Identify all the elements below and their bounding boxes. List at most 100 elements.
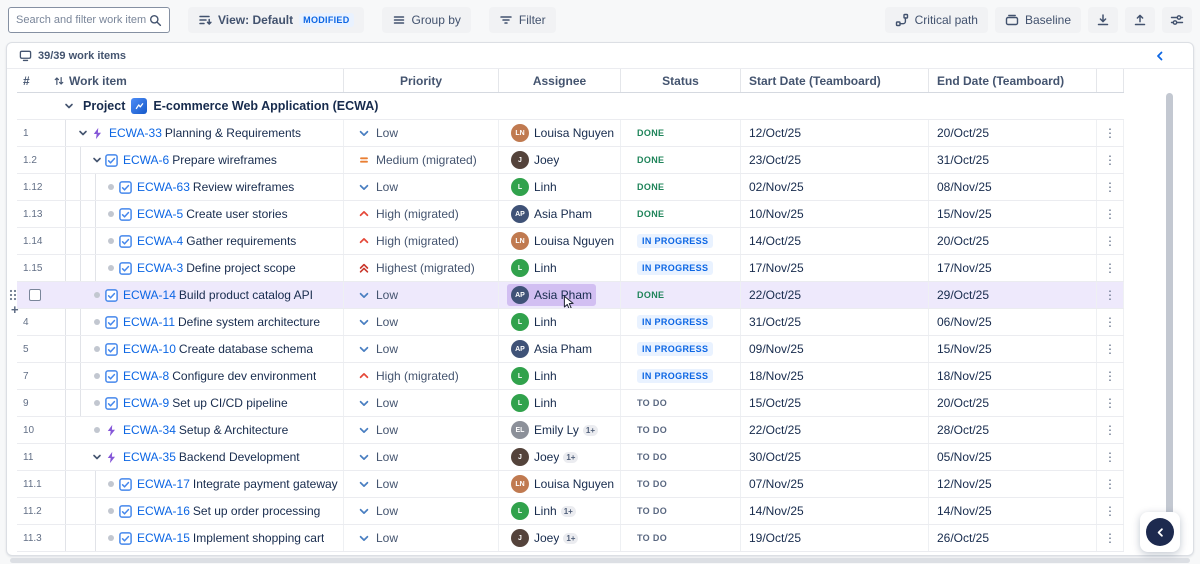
- export-button[interactable]: [1125, 7, 1155, 33]
- work-item-key[interactable]: ECWA-14: [123, 288, 176, 302]
- more-options-button[interactable]: ⋮: [1104, 181, 1116, 193]
- assignee-field[interactable]: AP Asia Pham: [507, 338, 596, 360]
- end-date: 15/Nov/25: [937, 207, 992, 221]
- work-item-key[interactable]: ECWA-5: [137, 207, 183, 221]
- more-options-button[interactable]: ⋮: [1104, 127, 1116, 139]
- assignee-field[interactable]: LN Louisa Nguyen: [507, 230, 618, 252]
- table-row[interactable]: 7 ECWA-8 Configure dev environment High …: [17, 363, 1124, 390]
- table-row[interactable]: 11.2 ECWA-16 Set up order processing Low…: [17, 498, 1124, 525]
- more-options-button[interactable]: ⋮: [1104, 208, 1116, 220]
- collapse-panel-button[interactable]: [1153, 49, 1167, 63]
- vertical-scrollbar[interactable]: [1166, 93, 1173, 545]
- more-options-button[interactable]: ⋮: [1104, 532, 1116, 544]
- assignee-field[interactable]: L Linh: [507, 392, 561, 414]
- more-options-button[interactable]: ⋮: [1104, 505, 1116, 517]
- more-options-button[interactable]: ⋮: [1104, 235, 1116, 247]
- assignee-field[interactable]: J Joey 1+: [507, 446, 582, 468]
- col-work-item[interactable]: Work item: [69, 74, 127, 88]
- assignee-field[interactable]: LN Louisa Nguyen: [507, 122, 618, 144]
- more-options-button[interactable]: ⋮: [1104, 424, 1116, 436]
- work-item-key[interactable]: ECWA-16: [137, 504, 190, 518]
- chevron-down-icon[interactable]: [89, 153, 105, 167]
- assignee-field[interactable]: L Linh: [507, 365, 561, 387]
- settings-button[interactable]: [1162, 7, 1192, 33]
- table-row[interactable]: 11 ECWA-35 Backend Development Low J Joe…: [17, 444, 1124, 471]
- filter-button[interactable]: Filter: [489, 7, 556, 33]
- table-row[interactable]: 9 ECWA-9 Set up CI/CD pipeline Low L Lin…: [17, 390, 1124, 417]
- sort-icon[interactable]: [53, 75, 65, 87]
- assignee-field[interactable]: L Linh: [507, 176, 561, 198]
- table-row[interactable]: 11.3 ECWA-15 Implement shopping cart Low…: [17, 525, 1124, 552]
- table-row[interactable]: 1.13 ECWA-5 Create user stories High (mi…: [17, 201, 1124, 228]
- work-item-key[interactable]: ECWA-10: [123, 342, 176, 356]
- more-options-button[interactable]: ⋮: [1104, 262, 1116, 274]
- table-row[interactable]: 1.12 ECWA-63 Review wireframes Low L Lin…: [17, 174, 1124, 201]
- chevron-down-icon[interactable]: [61, 99, 77, 113]
- more-options-button[interactable]: ⋮: [1104, 154, 1116, 166]
- view-button[interactable]: View: Default MODIFIED: [188, 7, 364, 33]
- assignee-field[interactable]: L Linh: [507, 311, 561, 333]
- work-item-key[interactable]: ECWA-4: [137, 234, 183, 248]
- baseline-button[interactable]: Baseline: [995, 7, 1081, 33]
- col-assignee[interactable]: Assignee: [533, 74, 586, 88]
- assignee-field[interactable]: AP Asia Pham: [507, 203, 596, 225]
- work-item-key[interactable]: ECWA-33: [109, 126, 162, 140]
- more-options-button[interactable]: ⋮: [1104, 451, 1116, 463]
- table-row[interactable]: 1.14 ECWA-4 Gather requirements High (mi…: [17, 228, 1124, 255]
- assignee-field[interactable]: EL Emily Ly 1+: [507, 419, 602, 441]
- table-row[interactable]: 5 ECWA-10 Create database schema Low AP …: [17, 336, 1124, 363]
- link-dot: [108, 265, 114, 271]
- indent-spacer: [47, 133, 75, 134]
- col-start-date[interactable]: Start Date (Teamboard): [749, 74, 881, 88]
- critical-path-button[interactable]: Critical path: [885, 7, 988, 33]
- start-date: 22/Oct/25: [749, 423, 801, 437]
- assignee-field[interactable]: LN Louisa Nguyen: [507, 473, 618, 495]
- assignee-field[interactable]: L Linh 1+: [507, 500, 580, 522]
- priority-icon: [358, 451, 370, 463]
- horizontal-scrollbar[interactable]: [10, 558, 1190, 563]
- more-options-button[interactable]: ⋮: [1104, 343, 1116, 355]
- work-item-key[interactable]: ECWA-63: [137, 180, 190, 194]
- col-end-date[interactable]: End Date (Teamboard): [937, 74, 1064, 88]
- col-priority[interactable]: Priority: [400, 74, 442, 88]
- table-row[interactable]: 10 ECWA-34 Setup & Architecture Low EL E…: [17, 417, 1124, 444]
- table-row[interactable]: 1.15 ECWA-3 Define project scope Highest…: [17, 255, 1124, 282]
- work-item-key[interactable]: ECWA-11: [123, 315, 175, 329]
- group-row[interactable]: Project E-commerce Web Application (ECWA…: [17, 93, 1124, 120]
- group-by-button[interactable]: Group by: [382, 7, 471, 33]
- work-item-key[interactable]: ECWA-8: [123, 369, 169, 383]
- row-checkbox[interactable]: [29, 289, 41, 301]
- more-options-button[interactable]: ⋮: [1104, 370, 1116, 382]
- search-input[interactable]: [16, 14, 149, 26]
- link-dot: [94, 400, 100, 406]
- table-row[interactable]: 11.1 ECWA-17 Integrate payment gateway L…: [17, 471, 1124, 498]
- search-box[interactable]: [8, 7, 170, 33]
- work-item-key[interactable]: ECWA-17: [137, 477, 190, 491]
- table-row[interactable]: 2 ECWA-14 Build product catalog API + Lo…: [17, 282, 1124, 309]
- assignee-field[interactable]: L Linh: [507, 257, 561, 279]
- assignee-field[interactable]: J Joey: [507, 149, 563, 171]
- work-item-key[interactable]: ECWA-15: [137, 531, 190, 545]
- collapse-sidebar-fab[interactable]: [1140, 512, 1180, 552]
- assignee-field[interactable]: J Joey 1+: [507, 527, 582, 549]
- work-item-key[interactable]: ECWA-9: [123, 396, 169, 410]
- chevron-down-icon[interactable]: [89, 450, 105, 464]
- chevron-down-icon[interactable]: [75, 126, 91, 140]
- view-button-label: View: Default: [218, 13, 293, 27]
- import-button[interactable]: [1088, 7, 1118, 33]
- work-item-key[interactable]: ECWA-3: [137, 261, 183, 275]
- col-status[interactable]: Status: [662, 74, 699, 88]
- indent-spacer: [47, 538, 103, 539]
- assignee-field[interactable]: AP Asia Pham: [507, 284, 596, 306]
- table-row[interactable]: 1.2 ECWA-6 Prepare wireframes Medium (mi…: [17, 147, 1124, 174]
- table-row[interactable]: 1 ECWA-33 Planning & Requirements Low LN…: [17, 120, 1124, 147]
- more-options-button[interactable]: ⋮: [1104, 478, 1116, 490]
- work-item-key[interactable]: ECWA-35: [123, 450, 176, 464]
- avatar: AP: [511, 286, 529, 304]
- table-row[interactable]: 4 ECWA-11 Define system architecture Low…: [17, 309, 1124, 336]
- more-options-button[interactable]: ⋮: [1104, 316, 1116, 328]
- work-item-key[interactable]: ECWA-6: [123, 153, 169, 167]
- more-options-button[interactable]: ⋮: [1104, 289, 1116, 301]
- more-options-button[interactable]: ⋮: [1104, 397, 1116, 409]
- work-item-key[interactable]: ECWA-34: [123, 423, 176, 437]
